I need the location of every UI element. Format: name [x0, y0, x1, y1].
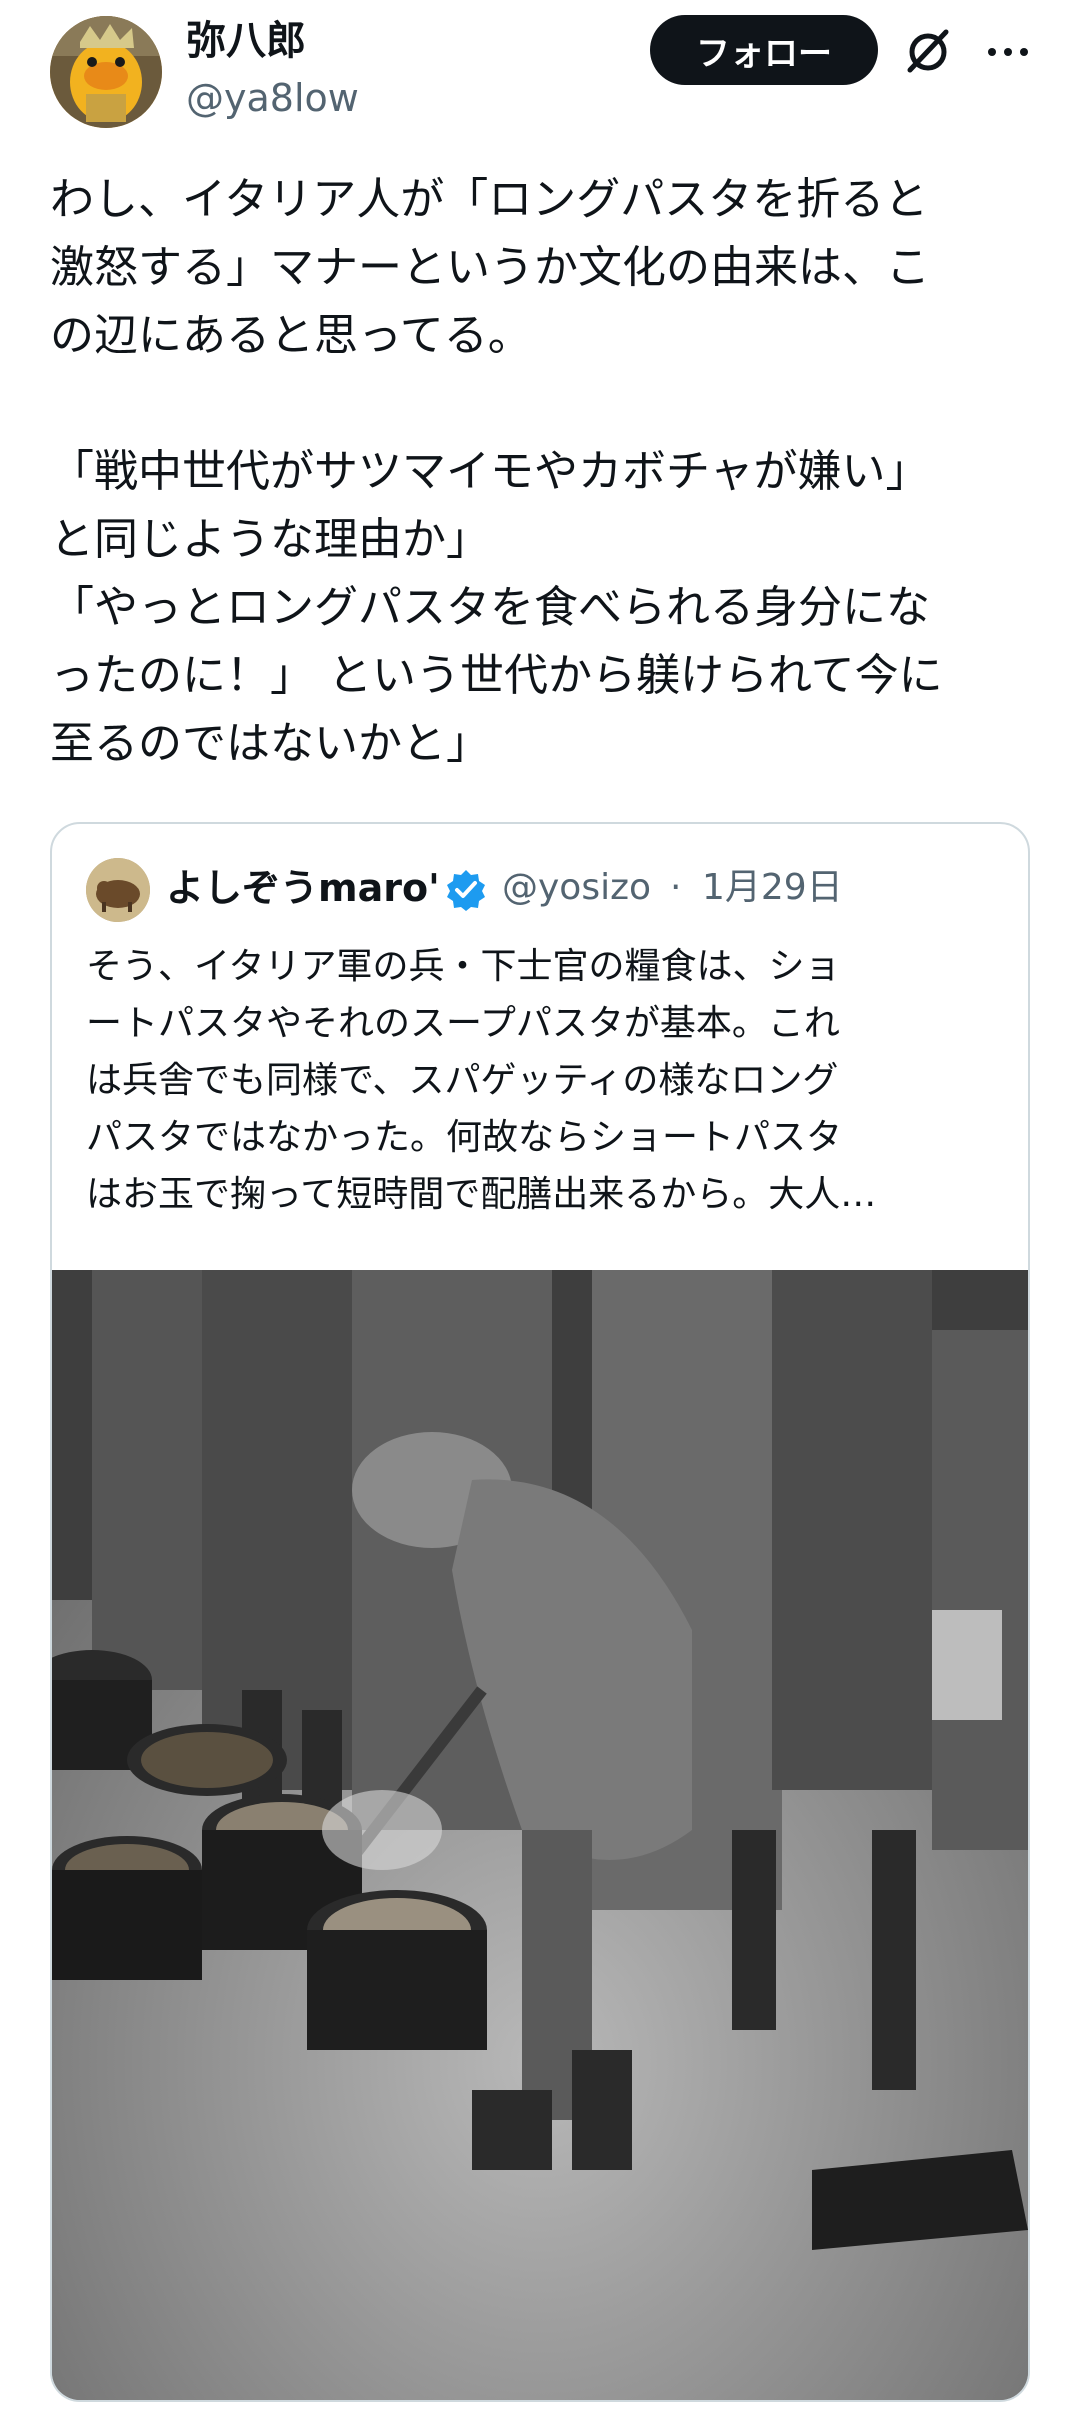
quoted-photo[interactable]	[52, 1270, 1028, 2400]
follow-button[interactable]: フォロー	[650, 15, 878, 85]
quoted-display-name: よしぞうmaro'	[166, 866, 440, 910]
quoted-tweet-text: そう、イタリア軍の兵・下士官の糧食は、ショ ートパスタやそれのスープパスタが基本…	[86, 946, 877, 1215]
quoted-author-avatar	[86, 858, 150, 922]
tweet-paragraph-2: 「戦中世代がサツマイモやカボチャが嫌い」 と同じような理由か」 「やっとロングパ…	[50, 446, 943, 769]
more-dots-icon[interactable]	[980, 22, 1036, 78]
author-avatar-image	[50, 16, 162, 128]
soldiers-serving-food-photo	[52, 1270, 1028, 2400]
tweet-page: 弥八郎 @ya8low フォロー わし、イタリア人が「ロングパスタを折ると 激怒…	[0, 0, 1080, 2434]
author-handle[interactable]: @ya8low	[186, 72, 359, 124]
dot-separator: ·	[670, 867, 682, 908]
tweet-paragraph-1: わし、イタリア人が「ロングパスタを折ると 激怒する」マナーというか文化の由来は、…	[50, 174, 930, 361]
author-avatar[interactable]	[50, 16, 162, 128]
tweet-text: わし、イタリア人が「ロングパスタを折ると 激怒する」マナーというか文化の由来は、…	[50, 166, 1040, 778]
quoted-date: 1月29日	[702, 867, 843, 908]
quoted-tweet-card[interactable]: よしぞうmaro' @yosizo · 1月29日 そう、イタリア軍の兵・下士官…	[50, 822, 1030, 2402]
author-display-name[interactable]: 弥八郎	[186, 14, 306, 68]
verified-badge-icon	[444, 868, 488, 912]
grok-slash-icon[interactable]	[900, 22, 956, 78]
quoted-handle: @yosizo	[502, 867, 652, 908]
